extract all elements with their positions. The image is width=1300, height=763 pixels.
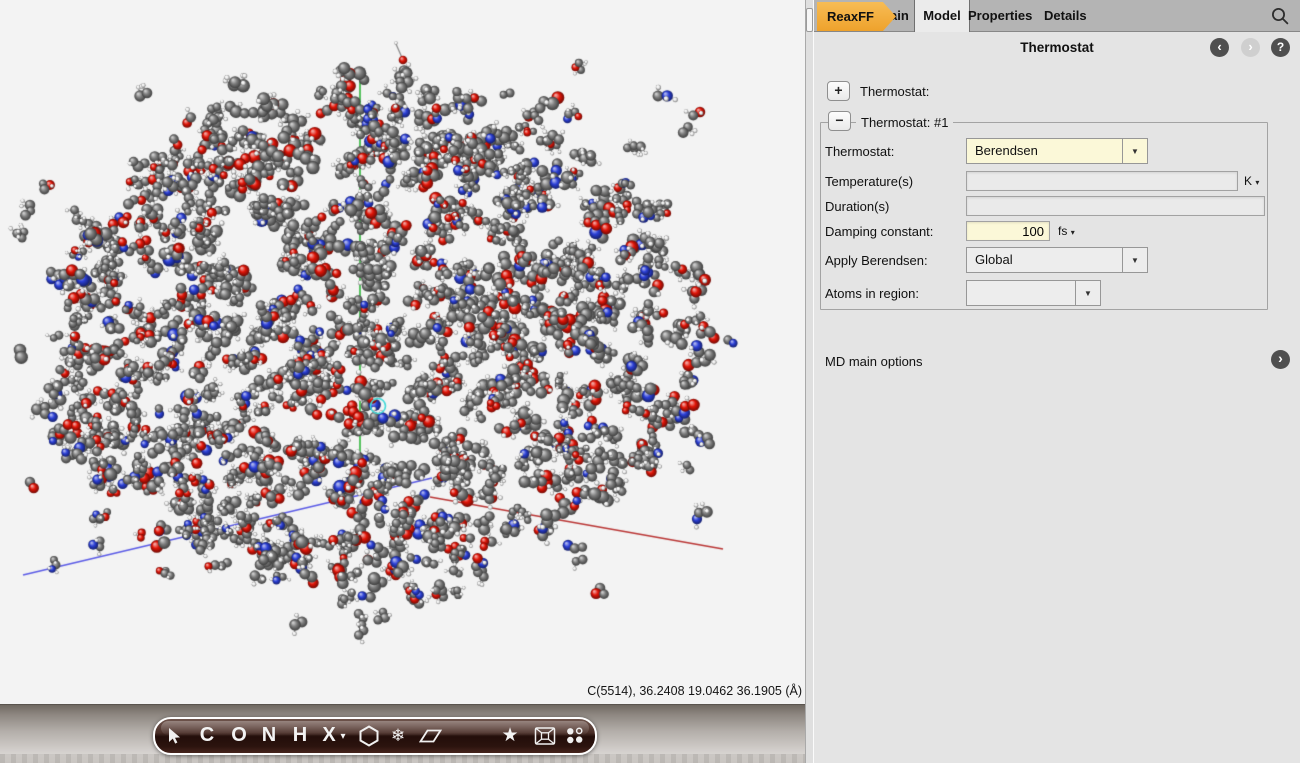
search-icon[interactable] bbox=[1270, 6, 1290, 26]
atoms-in-region-select-arrow-icon[interactable]: ▼ bbox=[1075, 281, 1100, 305]
temperature-unit-select[interactable]: K ▾ bbox=[1244, 174, 1259, 188]
pointer-tool-icon[interactable] bbox=[167, 727, 181, 745]
damping-unit-caret-icon: ▾ bbox=[1071, 228, 1075, 237]
molecule-viewport: C(5514), 36.2408 19.0462 36.1905 (Å) C O… bbox=[0, 0, 805, 763]
settings-panel: ReaxFF Main Model Properties Details The… bbox=[814, 0, 1300, 763]
application-window: C(5514), 36.2408 19.0462 36.1905 (Å) C O… bbox=[0, 0, 1300, 763]
atoms-in-region-select-value bbox=[967, 281, 1075, 305]
status-readout: C(5514), 36.2408 19.0462 36.1905 (Å) bbox=[587, 684, 802, 698]
ring-tool-icon[interactable] bbox=[359, 725, 379, 747]
help-button[interactable]: ? bbox=[1271, 38, 1290, 57]
thermostat-select-arrow-icon[interactable]: ▼ bbox=[1122, 139, 1147, 163]
bottom-bar: C O N H X ▾ ❄ ★ bbox=[0, 704, 805, 763]
md-main-options-link[interactable]: MD main options bbox=[825, 354, 923, 369]
atoms-in-region-select[interactable]: ▼ bbox=[966, 280, 1101, 306]
atoms-in-region-label: Atoms in region: bbox=[825, 286, 919, 301]
panel-splitter[interactable] bbox=[805, 0, 814, 763]
tab-properties[interactable]: Properties bbox=[968, 0, 1032, 32]
nav-back-button[interactable]: ‹ bbox=[1210, 38, 1229, 57]
element-x-tool-button[interactable]: X bbox=[322, 719, 335, 753]
carbon-tool-button[interactable]: C bbox=[200, 719, 214, 753]
nav-forward-button[interactable]: › bbox=[1241, 38, 1260, 57]
favorites-tool-icon[interactable]: ★ bbox=[501, 719, 518, 753]
temperature-unit-caret-icon: ▾ bbox=[1255, 178, 1259, 187]
damping-unit-select[interactable]: fs ▾ bbox=[1058, 224, 1075, 238]
duration-input[interactable] bbox=[966, 196, 1265, 216]
tab-reaxff[interactable]: ReaxFF bbox=[817, 2, 896, 31]
element-x-caret-icon[interactable]: ▾ bbox=[340, 731, 345, 742]
temperature-label: Temperature(s) bbox=[825, 174, 913, 189]
md-main-options-chevron-button[interactable]: › bbox=[1271, 350, 1290, 369]
damping-constant-label: Damping constant: bbox=[825, 224, 933, 239]
apply-berendsen-select-arrow-icon[interactable]: ▼ bbox=[1122, 248, 1147, 272]
thermostat-select[interactable]: Berendsen ▼ bbox=[966, 138, 1148, 164]
plane-tool-icon[interactable] bbox=[419, 728, 443, 744]
temperature-input[interactable] bbox=[966, 171, 1238, 191]
duration-label: Duration(s) bbox=[825, 199, 889, 214]
apply-berendsen-select[interactable]: Global ▼ bbox=[966, 247, 1148, 273]
oxygen-tool-button[interactable]: O bbox=[231, 719, 247, 753]
splitter-grip-icon[interactable] bbox=[806, 8, 813, 32]
freeze-tool-icon[interactable]: ❄ bbox=[391, 719, 405, 753]
add-thermostat-button[interactable]: + bbox=[827, 81, 850, 101]
tab-details[interactable]: Details bbox=[1044, 0, 1087, 32]
balls-tool-icon[interactable] bbox=[565, 726, 585, 746]
damping-constant-input[interactable] bbox=[966, 221, 1050, 241]
apply-berendsen-label: Apply Berendsen: bbox=[825, 253, 928, 268]
cell-tool-icon[interactable] bbox=[535, 727, 556, 745]
hydrogen-tool-button[interactable]: H bbox=[293, 719, 307, 753]
tab-bar: ReaxFF Main Model Properties Details bbox=[814, 0, 1300, 32]
add-thermostat-label: Thermostat: bbox=[860, 84, 929, 99]
thermostat-select-value: Berendsen bbox=[967, 139, 1122, 163]
nitrogen-tool-button[interactable]: N bbox=[262, 719, 276, 753]
molecule-canvas[interactable] bbox=[0, 0, 805, 705]
thermostat-label: Thermostat: bbox=[825, 144, 894, 159]
builder-toolbar: C O N H X ▾ ❄ ★ bbox=[153, 717, 597, 755]
collapse-thermostat-button[interactable]: − bbox=[828, 111, 851, 131]
thermostat-group-title: Thermostat: #1 bbox=[856, 115, 953, 130]
apply-berendsen-select-value: Global bbox=[967, 248, 1122, 272]
tab-model[interactable]: Model bbox=[915, 0, 970, 32]
